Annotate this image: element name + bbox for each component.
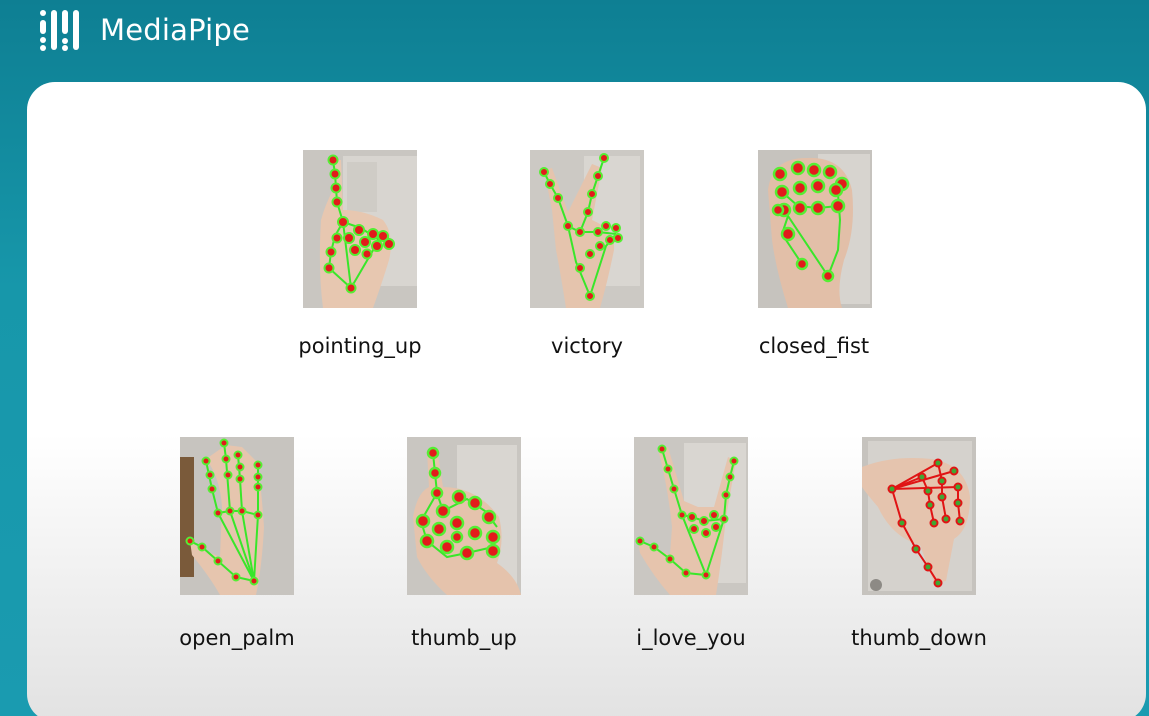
gesture-card-victory xyxy=(530,150,644,308)
gesture-label-thumb-down: thumb_down xyxy=(851,626,987,650)
header-brand: MediaPipe xyxy=(38,6,250,54)
gesture-label-thumb-up: thumb_up xyxy=(411,626,517,650)
gesture-label-pointing-up: pointing_up xyxy=(298,334,422,358)
gesture-label-i-love-you: i_love_you xyxy=(636,626,746,650)
gesture-card-i-love-you xyxy=(634,437,748,595)
gesture-card-thumb-up xyxy=(407,437,521,595)
gesture-card-open-palm xyxy=(180,437,294,595)
gesture-card-thumb-down xyxy=(862,437,976,595)
gesture-label-closed-fist: closed_fist xyxy=(758,334,870,358)
gesture-card-pointing-up xyxy=(303,150,417,308)
pointing-up-hand-image xyxy=(303,150,417,308)
thumb-up-hand-image xyxy=(407,437,521,595)
gesture-panel: pointing_up victory closed_fist open_pal… xyxy=(27,82,1146,716)
closed-fist-hand-image xyxy=(758,150,872,308)
gesture-label-open-palm: open_palm xyxy=(179,626,295,650)
brand-name: MediaPipe xyxy=(100,13,251,47)
open-palm-hand-image xyxy=(180,437,294,595)
i-love-you-hand-image xyxy=(634,437,748,595)
mediapipe-logo-icon xyxy=(40,10,79,51)
thumb-down-hand-image xyxy=(862,437,976,595)
victory-hand-image xyxy=(530,150,644,308)
gesture-label-victory: victory xyxy=(551,334,623,358)
gesture-card-closed-fist xyxy=(758,150,872,308)
